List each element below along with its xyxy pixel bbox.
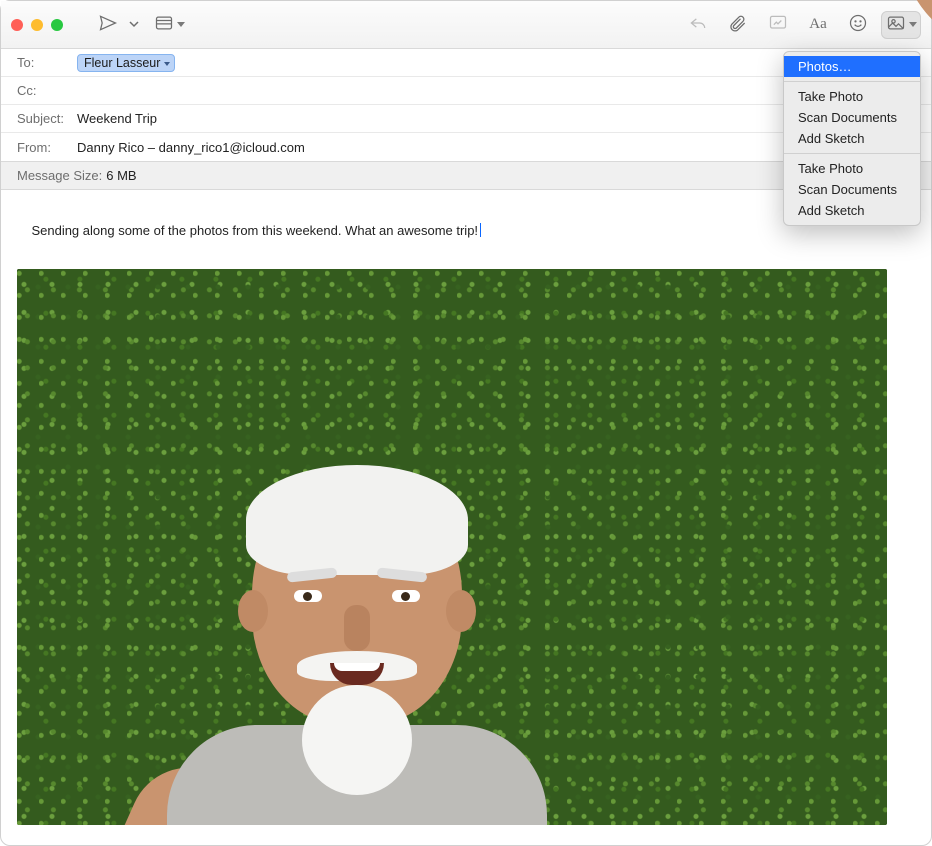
markup-button[interactable] bbox=[761, 11, 795, 39]
zoom-window-button[interactable] bbox=[51, 19, 63, 31]
emoji-button[interactable] bbox=[841, 11, 875, 39]
photo-subject bbox=[137, 445, 567, 825]
attach-button[interactable] bbox=[721, 11, 755, 39]
menu-item-scan-documents-ipad[interactable]: Scan Documents bbox=[784, 179, 920, 200]
menu-item-take-photo-ipad[interactable]: Take Photo bbox=[784, 158, 920, 179]
insert-photo-button[interactable] bbox=[881, 11, 921, 39]
menu-item-scan-documents-iphone[interactable]: Scan Documents bbox=[784, 107, 920, 128]
menu-item-add-sketch-ipad[interactable]: Add Sketch bbox=[784, 200, 920, 221]
subject-label: Subject: bbox=[17, 111, 73, 126]
header-fields-button[interactable] bbox=[149, 11, 189, 39]
send-button[interactable] bbox=[91, 11, 125, 39]
menu-separator bbox=[784, 81, 920, 82]
paper-plane-icon bbox=[98, 13, 118, 36]
menu-item-photos[interactable]: Photos… bbox=[784, 56, 920, 77]
from-value: Danny Rico – danny_rico1@icloud.com bbox=[77, 140, 305, 155]
recipient-chip[interactable]: Fleur Lasseur bbox=[77, 54, 175, 72]
subject-value[interactable]: Weekend Trip bbox=[77, 111, 157, 126]
close-window-button[interactable] bbox=[11, 19, 23, 31]
format-button[interactable]: Aa bbox=[801, 11, 835, 39]
minimize-window-button[interactable] bbox=[31, 19, 43, 31]
cc-label: Cc: bbox=[17, 83, 73, 98]
menu-item-take-photo-iphone[interactable]: Take Photo bbox=[784, 86, 920, 107]
from-label: From: bbox=[17, 140, 73, 155]
insert-photo-menu: Photos… Danny’s iPhone Take Photo Scan D… bbox=[783, 51, 921, 226]
reply-button[interactable] bbox=[681, 11, 715, 39]
markup-icon bbox=[768, 13, 788, 36]
photo-icon bbox=[886, 13, 906, 36]
chevron-down-icon bbox=[129, 17, 139, 32]
reply-arrow-icon bbox=[688, 13, 708, 36]
send-options-chevron[interactable] bbox=[125, 11, 143, 39]
window-controls bbox=[11, 19, 63, 31]
paperclip-icon bbox=[728, 13, 748, 36]
to-label: To: bbox=[17, 55, 73, 70]
toolbar: Aa bbox=[1, 1, 931, 49]
message-size-label: Message Size: bbox=[17, 168, 102, 183]
list-icon bbox=[154, 13, 174, 36]
emoji-icon bbox=[848, 13, 868, 36]
message-size-value: 6 MB bbox=[106, 168, 136, 183]
menu-item-add-sketch-iphone[interactable]: Add Sketch bbox=[784, 128, 920, 149]
menu-separator bbox=[784, 153, 920, 154]
body-text[interactable]: Sending along some of the photos from th… bbox=[17, 204, 915, 259]
text-cursor bbox=[480, 223, 481, 237]
message-body[interactable]: Sending along some of the photos from th… bbox=[1, 190, 931, 841]
body-text-span: Sending along some of the photos from th… bbox=[31, 223, 478, 238]
format-text-icon: Aa bbox=[809, 16, 827, 33]
inline-photo-attachment[interactable] bbox=[17, 269, 887, 825]
